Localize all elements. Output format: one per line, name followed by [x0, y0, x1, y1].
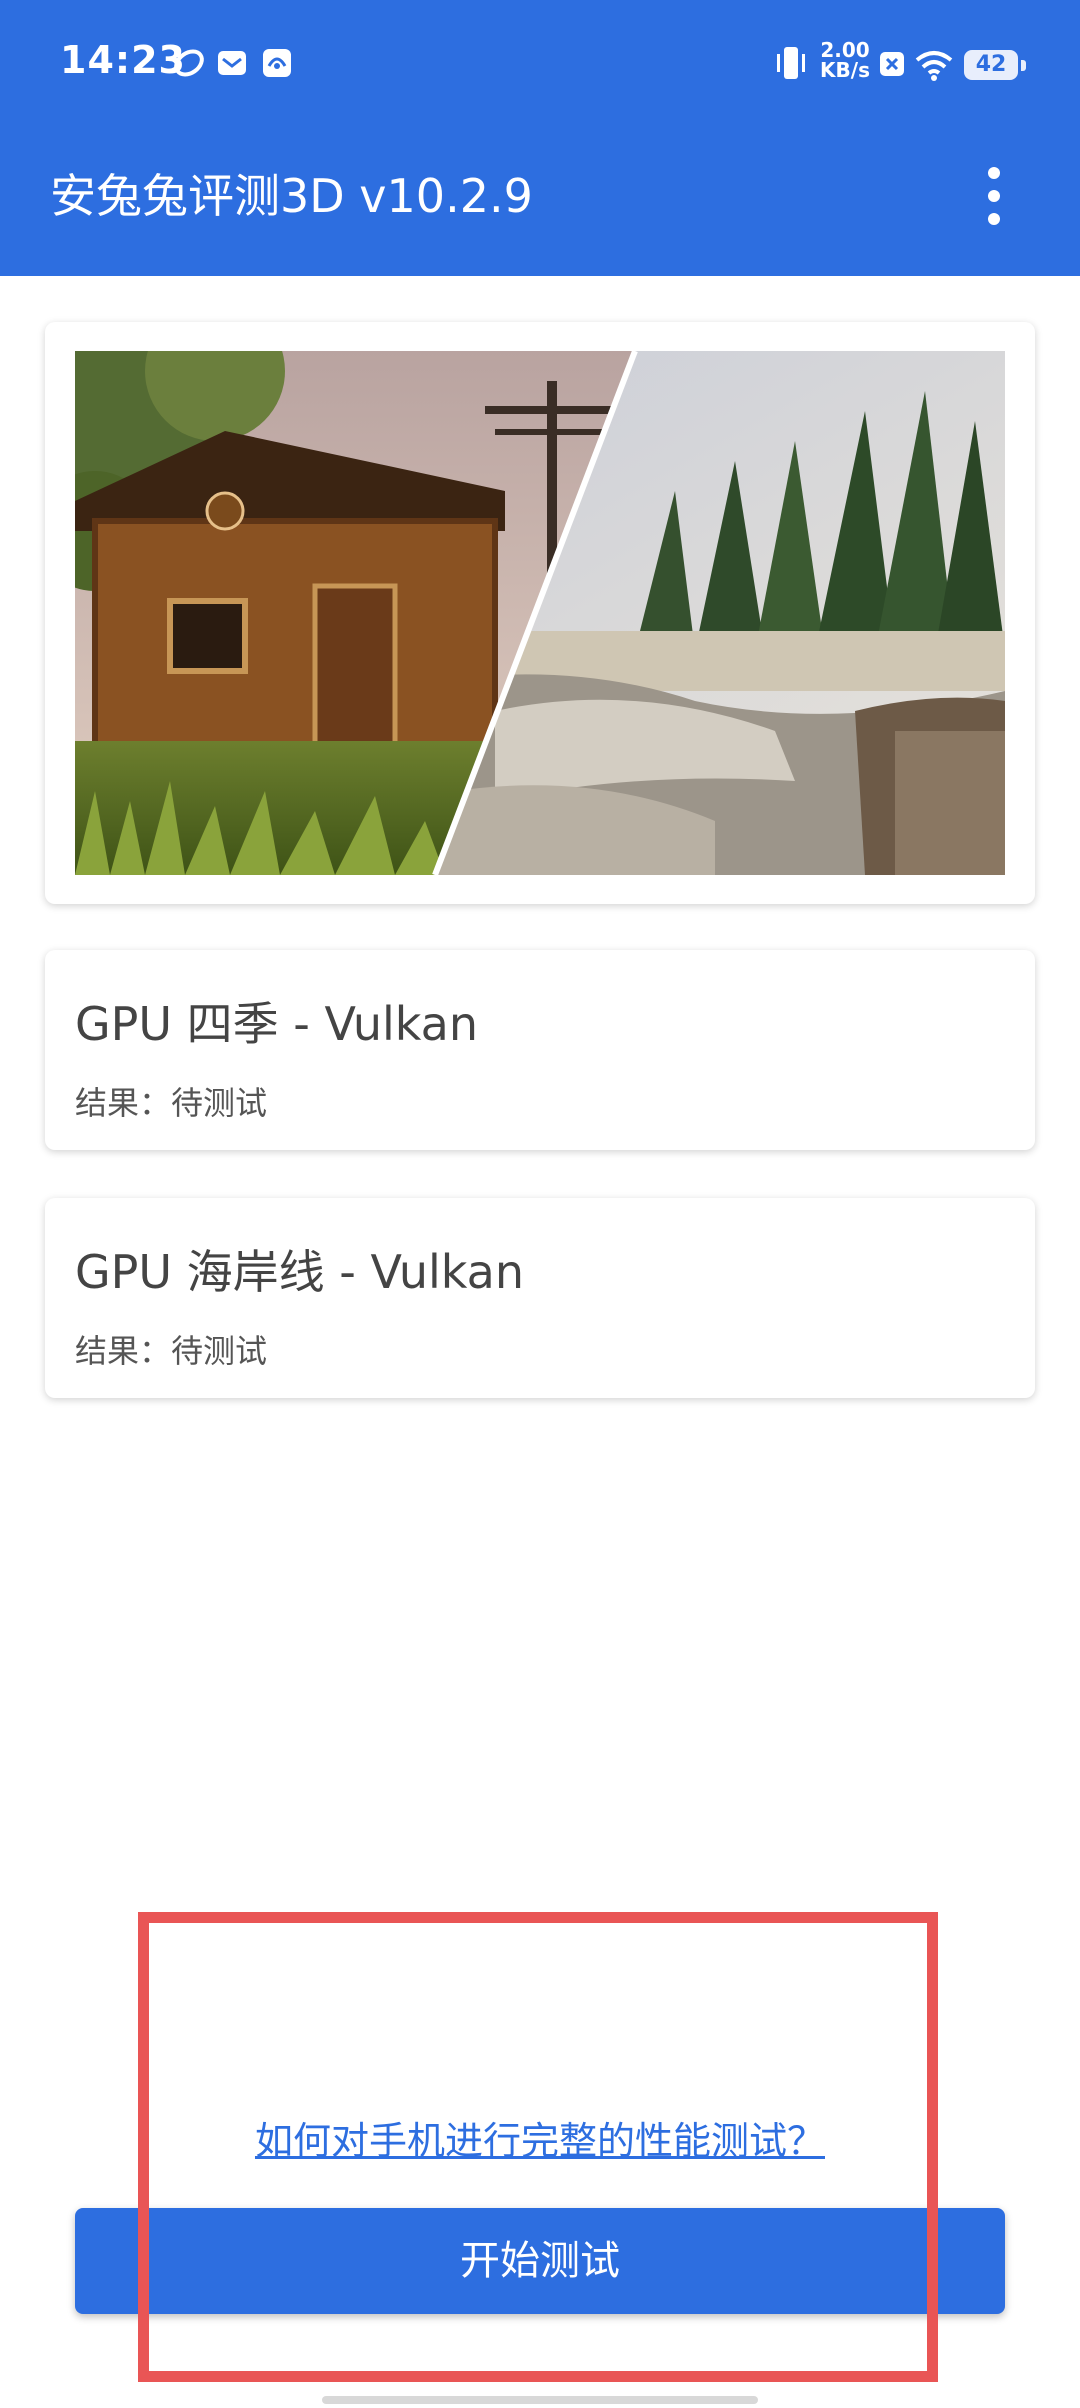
app-notification-icon [174, 49, 204, 77]
benchmark-result: 结果：待测试 [75, 1078, 267, 1124]
more-vert-dot [988, 190, 1000, 202]
home-indicator[interactable] [322, 2396, 758, 2404]
result-value: 待测试 [171, 1084, 268, 1122]
more-vert-icon [988, 167, 1000, 179]
start-test-button[interactable]: 开始测试 [75, 2208, 1005, 2314]
overflow-menu-button[interactable] [960, 150, 1030, 240]
performance-help-link[interactable]: 如何对手机进行完整的性能测试？ [0, 2110, 1080, 2165]
battery-indicator: 42 [964, 50, 1026, 80]
vibrate-icon [777, 47, 805, 79]
page-title: 安兔兔评测3D v10.2.9 [50, 169, 533, 223]
benchmark-name: GPU 四季 - Vulkan [75, 997, 478, 1051]
result-label: 结果： [75, 1332, 172, 1370]
wifi-icon [915, 51, 953, 81]
message-notification-icon [218, 51, 246, 75]
benchmark-scene-image [75, 351, 1005, 875]
hero-card [45, 322, 1035, 904]
result-value: 待测试 [171, 1332, 268, 1370]
network-speed: 2.00 KB/s [820, 40, 870, 80]
status-time: 14:23 [60, 38, 186, 82]
more-vert-dot [988, 213, 1000, 225]
network-speed-value: 2.00 [820, 38, 870, 62]
network-speed-unit: KB/s [820, 58, 870, 82]
no-sim-icon [880, 52, 904, 76]
app-bar: 14:23 2.00 KB/s 42 安兔兔评测3D v10.2.9 [0, 0, 1080, 276]
app-badge-notification-icon [263, 49, 291, 77]
benchmark-card[interactable]: GPU 海岸线 - Vulkan 结果：待测试 [45, 1198, 1035, 1398]
benchmark-name: GPU 海岸线 - Vulkan [75, 1245, 524, 1299]
benchmark-result: 结果：待测试 [75, 1326, 267, 1372]
status-bar: 14:23 2.00 KB/s 42 [0, 0, 1080, 130]
result-label: 结果： [75, 1084, 172, 1122]
benchmark-card[interactable]: GPU 四季 - Vulkan 结果：待测试 [45, 950, 1035, 1150]
